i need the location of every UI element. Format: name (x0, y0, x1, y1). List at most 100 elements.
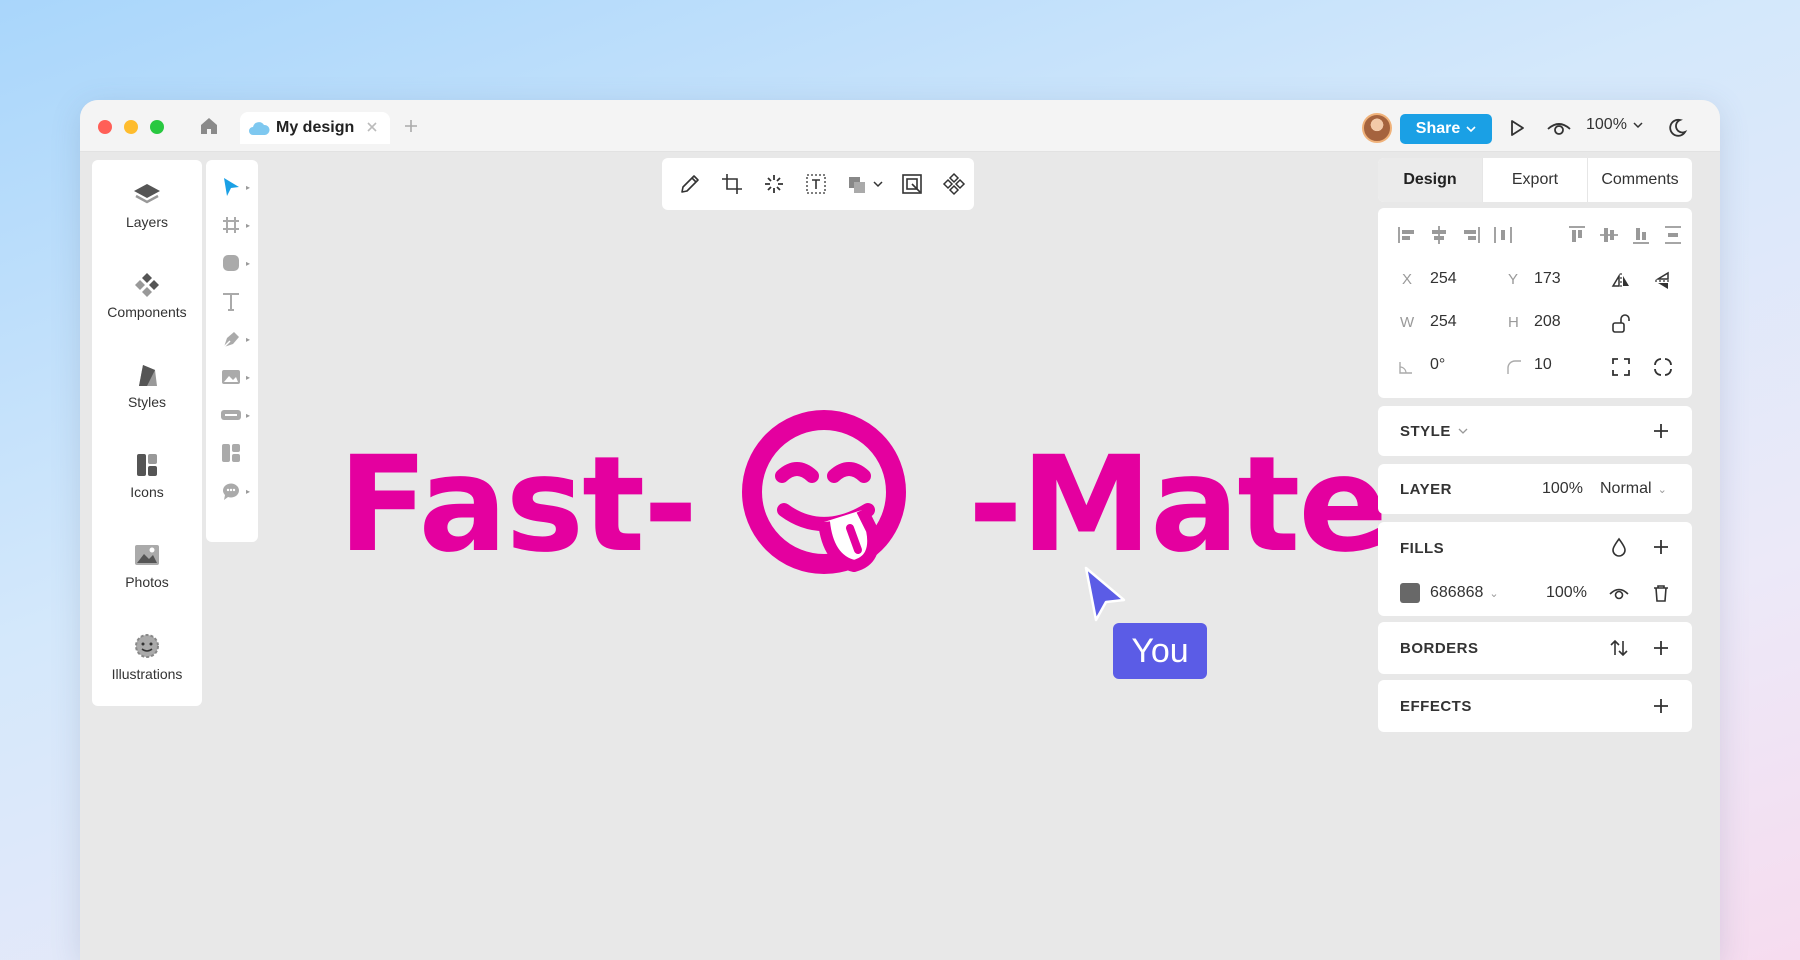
image-tool[interactable]: ▸ (214, 360, 250, 394)
sidebar-item-layers[interactable]: Layers (92, 182, 202, 252)
chevron-down-icon[interactable] (1458, 427, 1468, 435)
share-button[interactable]: Share (1400, 114, 1492, 144)
sidebar-item-label: Components (107, 304, 187, 320)
rotation-field[interactable]: 0° (1430, 356, 1445, 374)
layer-opacity-field[interactable]: 100% (1542, 480, 1583, 498)
maximize-window-button[interactable] (150, 120, 164, 134)
text-frame-icon[interactable] (802, 170, 830, 198)
h-field[interactable]: 208 (1534, 313, 1561, 331)
trash-icon[interactable] (1650, 582, 1672, 604)
tab-export[interactable]: Export (1483, 158, 1588, 202)
h-label: H (1508, 314, 1519, 331)
preview-eye-icon[interactable] (1546, 117, 1572, 139)
cloud-icon (249, 122, 270, 135)
size-row: W 254 H 208 (1378, 308, 1692, 338)
button-icon (221, 410, 241, 420)
blend-mode-value: Normal (1600, 480, 1652, 497)
cursor-name-tag: You (1113, 623, 1207, 679)
tab-comments[interactable]: Comments (1588, 158, 1692, 202)
components-grid-icon (222, 444, 240, 462)
tab-my-design[interactable]: My design (240, 112, 390, 144)
button-tool[interactable]: ▸ (214, 398, 250, 432)
borders-section: BORDERS (1378, 622, 1692, 674)
style-title: STYLE (1400, 423, 1451, 440)
swap-arrows-icon[interactable] (1608, 637, 1630, 659)
close-tab-icon[interactable] (364, 119, 380, 135)
sidebar-item-styles[interactable]: Styles (92, 362, 202, 432)
distribute-vertical-icon[interactable] (1662, 224, 1684, 246)
add-fill-icon[interactable] (1650, 536, 1672, 558)
independent-corners-icon[interactable] (1652, 356, 1674, 378)
radius-field[interactable]: 10 (1534, 356, 1552, 374)
fills-title: FILLS (1400, 540, 1445, 557)
x-field[interactable]: 254 (1430, 270, 1457, 288)
move-tool[interactable]: ▸ (214, 170, 250, 204)
play-icon[interactable] (1506, 117, 1528, 139)
text-tool[interactable] (214, 284, 250, 318)
component-icon[interactable] (940, 170, 968, 198)
align-top-icon[interactable] (1566, 224, 1588, 246)
add-border-icon[interactable] (1650, 637, 1672, 659)
frame-tool[interactable]: ▸ (214, 208, 250, 242)
y-field[interactable]: 173 (1534, 270, 1561, 288)
comment-tool[interactable]: ▸ (214, 474, 250, 508)
sidebar-item-components[interactable]: Components (92, 272, 202, 342)
drop-icon[interactable] (1608, 536, 1630, 558)
expand-corners-icon[interactable] (1610, 356, 1632, 378)
pencil-icon[interactable] (676, 170, 704, 198)
boolean-icon[interactable] (844, 170, 884, 198)
effects-section: EFFECTS (1378, 680, 1692, 732)
logo-text-layer[interactable]: Fast- -Mate (338, 410, 1388, 600)
fill-color-swatch[interactable] (1400, 583, 1420, 603)
right-panel-tabs: Design Export Comments (1378, 158, 1692, 202)
align-center-vertical-icon[interactable] (1598, 224, 1620, 246)
align-right-icon[interactable] (1460, 224, 1482, 246)
dark-mode-moon-icon[interactable] (1666, 117, 1688, 139)
crop-icon[interactable] (718, 170, 746, 198)
zoom-dropdown[interactable]: 100% (1586, 116, 1643, 134)
visibility-eye-icon[interactable] (1608, 582, 1630, 604)
frame-select-icon[interactable] (898, 170, 926, 198)
new-tab-icon[interactable] (400, 115, 422, 137)
tab-design[interactable]: Design (1378, 158, 1483, 202)
sidebar-item-label: Styles (127, 394, 167, 410)
chevron-down-icon (1633, 122, 1643, 129)
tool-panel: ▸ ▸ ▸ ▸ ▸ ▸ ▸ (206, 160, 258, 542)
alignment-toolbar (1396, 224, 1684, 246)
left-panel: Layers Components Styles Icons Photos Il… (92, 160, 202, 706)
flip-horizontal-icon[interactable] (1610, 270, 1632, 292)
sidebar-item-label: Layers (125, 214, 169, 230)
sidebar-item-illustrations[interactable]: Illustrations (92, 632, 202, 702)
w-label: W (1400, 314, 1415, 331)
align-left-icon[interactable] (1396, 224, 1418, 246)
sidebar-item-label: Illustrations (111, 666, 183, 682)
add-effect-icon[interactable] (1650, 695, 1672, 717)
align-center-horizontal-icon[interactable] (1428, 224, 1450, 246)
magic-icon[interactable] (760, 170, 788, 198)
blend-mode-select[interactable]: Normal ⌄ (1600, 480, 1667, 498)
sidebar-item-photos[interactable]: Photos (92, 542, 202, 612)
distribute-horizontal-icon[interactable] (1492, 224, 1514, 246)
chevron-down-icon (1466, 126, 1476, 133)
home-icon[interactable] (198, 115, 220, 137)
pointer-icon (224, 178, 239, 196)
close-window-button[interactable] (98, 120, 112, 134)
logo-text-left: Fast- (338, 428, 698, 582)
add-style-icon[interactable] (1650, 420, 1672, 442)
flip-vertical-icon[interactable] (1652, 270, 1674, 292)
shape-tool[interactable]: ▸ (214, 246, 250, 280)
pen-tool[interactable]: ▸ (214, 322, 250, 356)
fill-hex-field[interactable]: 686868 ⌄ (1430, 584, 1499, 602)
illustrations-icon (135, 634, 159, 658)
fill-opacity-field[interactable]: 100% (1546, 584, 1587, 602)
lock-open-icon[interactable] (1610, 313, 1632, 335)
app-window: My design Share 100% Layers Components S… (80, 100, 1720, 960)
avatar[interactable] (1362, 113, 1392, 143)
tab-title: My design (276, 119, 355, 136)
w-field[interactable]: 254 (1430, 313, 1457, 331)
layer-title: LAYER (1400, 481, 1452, 498)
sidebar-item-icons[interactable]: Icons (92, 452, 202, 522)
components-tool[interactable] (214, 436, 250, 470)
minimize-window-button[interactable] (124, 120, 138, 134)
align-bottom-icon[interactable] (1630, 224, 1652, 246)
